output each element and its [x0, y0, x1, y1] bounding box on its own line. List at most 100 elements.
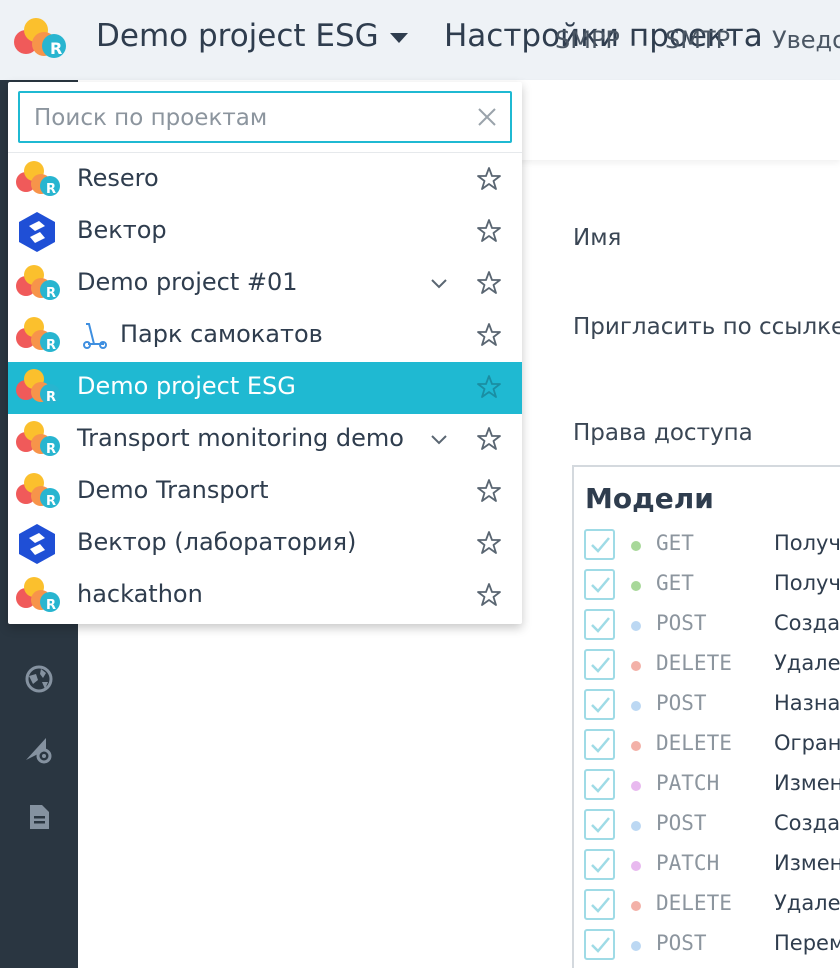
permission-description: Удале [774, 891, 840, 915]
divider [8, 152, 522, 153]
project-item[interactable]: R Demo Transport [8, 466, 522, 518]
http-method: POST [656, 931, 707, 955]
check-icon [591, 777, 610, 793]
star-icon[interactable] [476, 582, 502, 608]
check-icon [591, 617, 610, 633]
permission-row: DELETE Удале [584, 887, 840, 923]
star-icon[interactable] [476, 322, 502, 348]
permission-description: Назна [774, 691, 840, 715]
check-icon [591, 897, 610, 913]
permission-row: GET Получ [584, 527, 840, 563]
method-dot [631, 621, 641, 631]
project-name: Вектор (лаборатория) [77, 528, 357, 556]
permission-checkbox[interactable] [584, 729, 615, 760]
star-icon[interactable] [476, 166, 502, 192]
resero-logo-icon[interactable]: R [10, 14, 68, 64]
check-icon [591, 937, 610, 953]
project-name: Demo project ESG [77, 372, 296, 400]
svg-text:R: R [46, 494, 56, 509]
project-item[interactable]: R Resero [8, 154, 522, 206]
settings-triangle-icon[interactable] [24, 734, 54, 764]
vector-logo-icon [19, 212, 55, 252]
resero-logo-icon: R [16, 265, 60, 301]
check-icon [591, 737, 610, 753]
permission-checkbox[interactable] [584, 769, 615, 800]
permission-checkbox[interactable] [584, 529, 615, 560]
permission-row: POST Созда [584, 607, 840, 643]
permission-checkbox[interactable] [584, 649, 615, 680]
permission-checkbox[interactable] [584, 809, 615, 840]
permission-description: Перем [774, 931, 840, 955]
method-dot [631, 781, 641, 791]
svg-text:R: R [46, 390, 56, 405]
permission-checkbox[interactable] [584, 689, 615, 720]
tab-notifications[interactable]: Уведо [772, 26, 840, 54]
resero-logo-icon: R [16, 317, 60, 353]
clear-icon[interactable] [476, 106, 498, 128]
project-name: Transport monitoring demo [77, 424, 404, 452]
project-name: Demo Transport [77, 476, 269, 504]
check-icon [591, 697, 610, 713]
star-icon[interactable] [476, 270, 502, 296]
permission-checkbox[interactable] [584, 849, 615, 880]
http-method: PATCH [656, 851, 720, 875]
tab-smpp[interactable]: SMPP [555, 26, 620, 54]
project-name: Вектор [77, 216, 167, 244]
project-name: Resero [77, 164, 159, 192]
permission-checkbox[interactable] [584, 609, 615, 640]
project-item[interactable]: R Transport monitoring demo [8, 414, 522, 466]
http-method: DELETE [656, 731, 732, 755]
method-dot [631, 701, 641, 711]
permission-row: POST Назна [584, 687, 840, 723]
svg-text:R: R [46, 338, 56, 353]
method-dot [631, 581, 641, 591]
star-icon[interactable] [476, 530, 502, 556]
star-icon[interactable] [476, 478, 502, 504]
project-search-input[interactable] [34, 103, 464, 133]
method-dot [631, 861, 641, 871]
method-dot [631, 941, 641, 951]
project-item[interactable]: R Demo project #01 [8, 258, 522, 310]
svg-text:R: R [46, 182, 56, 197]
star-icon[interactable] [476, 374, 502, 400]
resero-logo-icon: R [16, 577, 60, 613]
check-icon [591, 857, 610, 873]
resero-logo-icon: R [16, 369, 60, 405]
http-method: GET [656, 571, 694, 595]
svg-text:R: R [46, 286, 56, 301]
svg-text:R: R [50, 39, 62, 58]
caret-down-icon[interactable] [390, 33, 408, 43]
method-dot [631, 541, 641, 551]
project-item[interactable]: Rhackathon [8, 570, 522, 622]
chevron-down-icon[interactable] [428, 272, 450, 294]
http-method: DELETE [656, 891, 732, 915]
project-item[interactable]: Вектор (лаборатория) [8, 518, 522, 570]
project-item[interactable]: Вектор [8, 206, 522, 258]
project-item[interactable]: R Demo project ESG [8, 362, 522, 414]
http-method: POST [656, 611, 707, 635]
project-selector-title[interactable]: Demo project ESG [96, 18, 379, 54]
project-item[interactable]: R Парк самокатов [8, 310, 522, 362]
resero-logo-icon: R [16, 473, 60, 509]
permission-description: Созда [774, 811, 840, 835]
permission-row: POST Созда [584, 807, 840, 843]
permission-row: GET Получ [584, 567, 840, 603]
check-icon [591, 657, 610, 673]
project-name: hackathon [77, 580, 203, 608]
chevron-down-icon[interactable] [428, 428, 450, 450]
permission-row: DELETE Огран [584, 727, 840, 763]
permission-checkbox[interactable] [584, 929, 615, 960]
permission-description: Получ [774, 571, 840, 595]
permission-checkbox[interactable] [584, 889, 615, 920]
http-method: POST [656, 811, 707, 835]
permission-checkbox[interactable] [584, 569, 615, 600]
tab-smtp[interactable]: SMTP [665, 26, 730, 54]
access-rights-label: Права доступа [573, 420, 753, 446]
star-icon[interactable] [476, 218, 502, 244]
document-icon[interactable] [24, 802, 54, 832]
permissions-section-title: Модели [585, 482, 714, 515]
star-icon[interactable] [476, 426, 502, 452]
globe-icon[interactable] [24, 664, 54, 694]
project-name: Demo project #01 [77, 268, 298, 296]
permission-row: PATCH Измен [584, 767, 840, 803]
